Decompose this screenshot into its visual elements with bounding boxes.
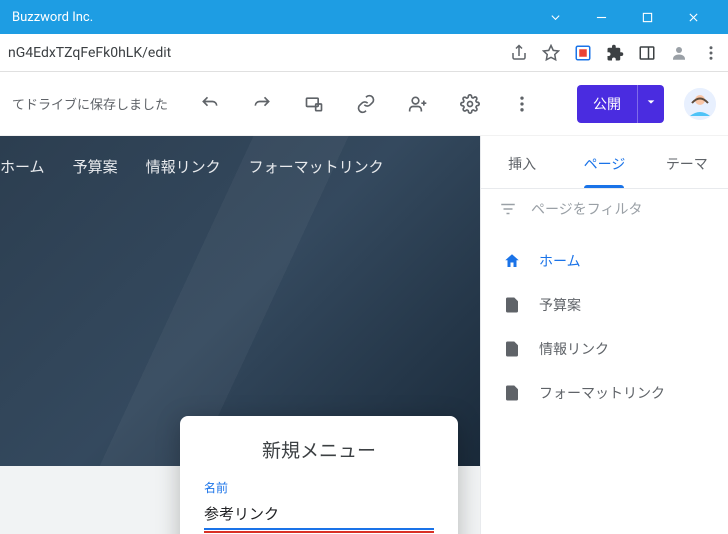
url-text[interactable]: nG4EdxTZqFeFk0hLK/edit [8, 45, 510, 61]
page-item-budget[interactable]: 予算案 [481, 283, 728, 327]
page-icon [503, 296, 521, 314]
page-icon [503, 384, 521, 402]
dialog-title: 新規メニュー [204, 436, 434, 463]
canvas-area[interactable]: ホーム 予算案 情報リンク フォーマットリンク 要 新規メニュー 名前 完了 [0, 136, 480, 534]
profile-icon[interactable] [670, 44, 688, 62]
redo-button[interactable] [240, 84, 284, 124]
window-dropdown[interactable] [532, 0, 578, 34]
page-filter[interactable]: ページをフィルタ [481, 189, 728, 229]
filter-placeholder: ページをフィルタ [531, 199, 642, 219]
page-icon [503, 340, 521, 358]
home-icon [503, 252, 521, 270]
settings-button[interactable] [448, 84, 492, 124]
more-button[interactable] [500, 84, 544, 124]
filter-icon [499, 200, 517, 218]
sidepanel-icon[interactable] [638, 44, 656, 62]
site-nav-item[interactable]: フォーマットリンク [249, 156, 384, 177]
star-icon[interactable] [542, 44, 560, 62]
extension-screenshot-icon[interactable] [574, 44, 592, 62]
window-minimize[interactable] [578, 0, 624, 34]
page-item-home[interactable]: ホーム [481, 239, 728, 283]
user-avatar[interactable] [684, 88, 716, 120]
page-list: ホーム 予算案 情報リンク フォーマットリンク [481, 229, 728, 425]
tool-icons [188, 84, 544, 124]
window-controls [532, 0, 716, 34]
window-titlebar: Buzzword Inc. [0, 0, 728, 34]
share-icon[interactable] [510, 44, 528, 62]
page-item-label: ホーム [539, 251, 581, 271]
save-status: てドライブに保存しました [12, 94, 168, 113]
page-item-label: 情報リンク [539, 339, 609, 359]
publish-button[interactable]: 公開 [577, 85, 637, 123]
url-actions [510, 44, 720, 62]
tab-theme[interactable]: テーマ [646, 136, 728, 188]
tab-insert[interactable]: 挿入 [481, 136, 563, 188]
publish-dropdown[interactable] [637, 85, 664, 123]
main-area: ホーム 予算案 情報リンク フォーマットリンク 要 新規メニュー 名前 完了 挿… [0, 136, 728, 534]
preview-button[interactable] [292, 84, 336, 124]
site-nav-item[interactable]: 予算案 [73, 156, 118, 177]
page-item-formatlink[interactable]: フォーマットリンク [481, 371, 728, 415]
dialog-name-input[interactable] [204, 500, 434, 530]
page-item-infolink[interactable]: 情報リンク [481, 327, 728, 371]
window-maximize[interactable] [624, 0, 670, 34]
site-nav-item[interactable]: 情報リンク [146, 156, 221, 177]
site-nav: ホーム 予算案 情報リンク フォーマットリンク [0, 136, 480, 177]
undo-button[interactable] [188, 84, 232, 124]
app-toolbar: てドライブに保存しました 公開 [0, 72, 728, 136]
browser-urlbar: nG4EdxTZqFeFk0hLK/edit [0, 34, 728, 72]
window-close[interactable] [670, 0, 716, 34]
new-menu-dialogit: 新規メニュー 名前 完了 [180, 416, 458, 534]
add-person-button[interactable] [396, 84, 440, 124]
tab-pages[interactable]: ページ [563, 136, 645, 188]
side-panel: 挿入 ページ テーマ ページをフィルタ ホーム 予算案 情報リンク フォーマ [480, 136, 728, 534]
page-item-label: 予算案 [539, 295, 581, 315]
publish-group: 公開 [577, 85, 664, 123]
side-tabs: 挿入 ページ テーマ [481, 136, 728, 189]
extensions-icon[interactable] [606, 44, 624, 62]
browser-menu-icon[interactable] [702, 44, 720, 62]
page-item-label: フォーマットリンク [539, 383, 665, 403]
dialog-field-label: 名前 [204, 479, 434, 496]
window-title: Buzzword Inc. [12, 10, 532, 25]
link-button[interactable] [344, 84, 388, 124]
input-spellcheck-underline [204, 531, 434, 533]
site-nav-item[interactable]: ホーム [0, 156, 45, 177]
